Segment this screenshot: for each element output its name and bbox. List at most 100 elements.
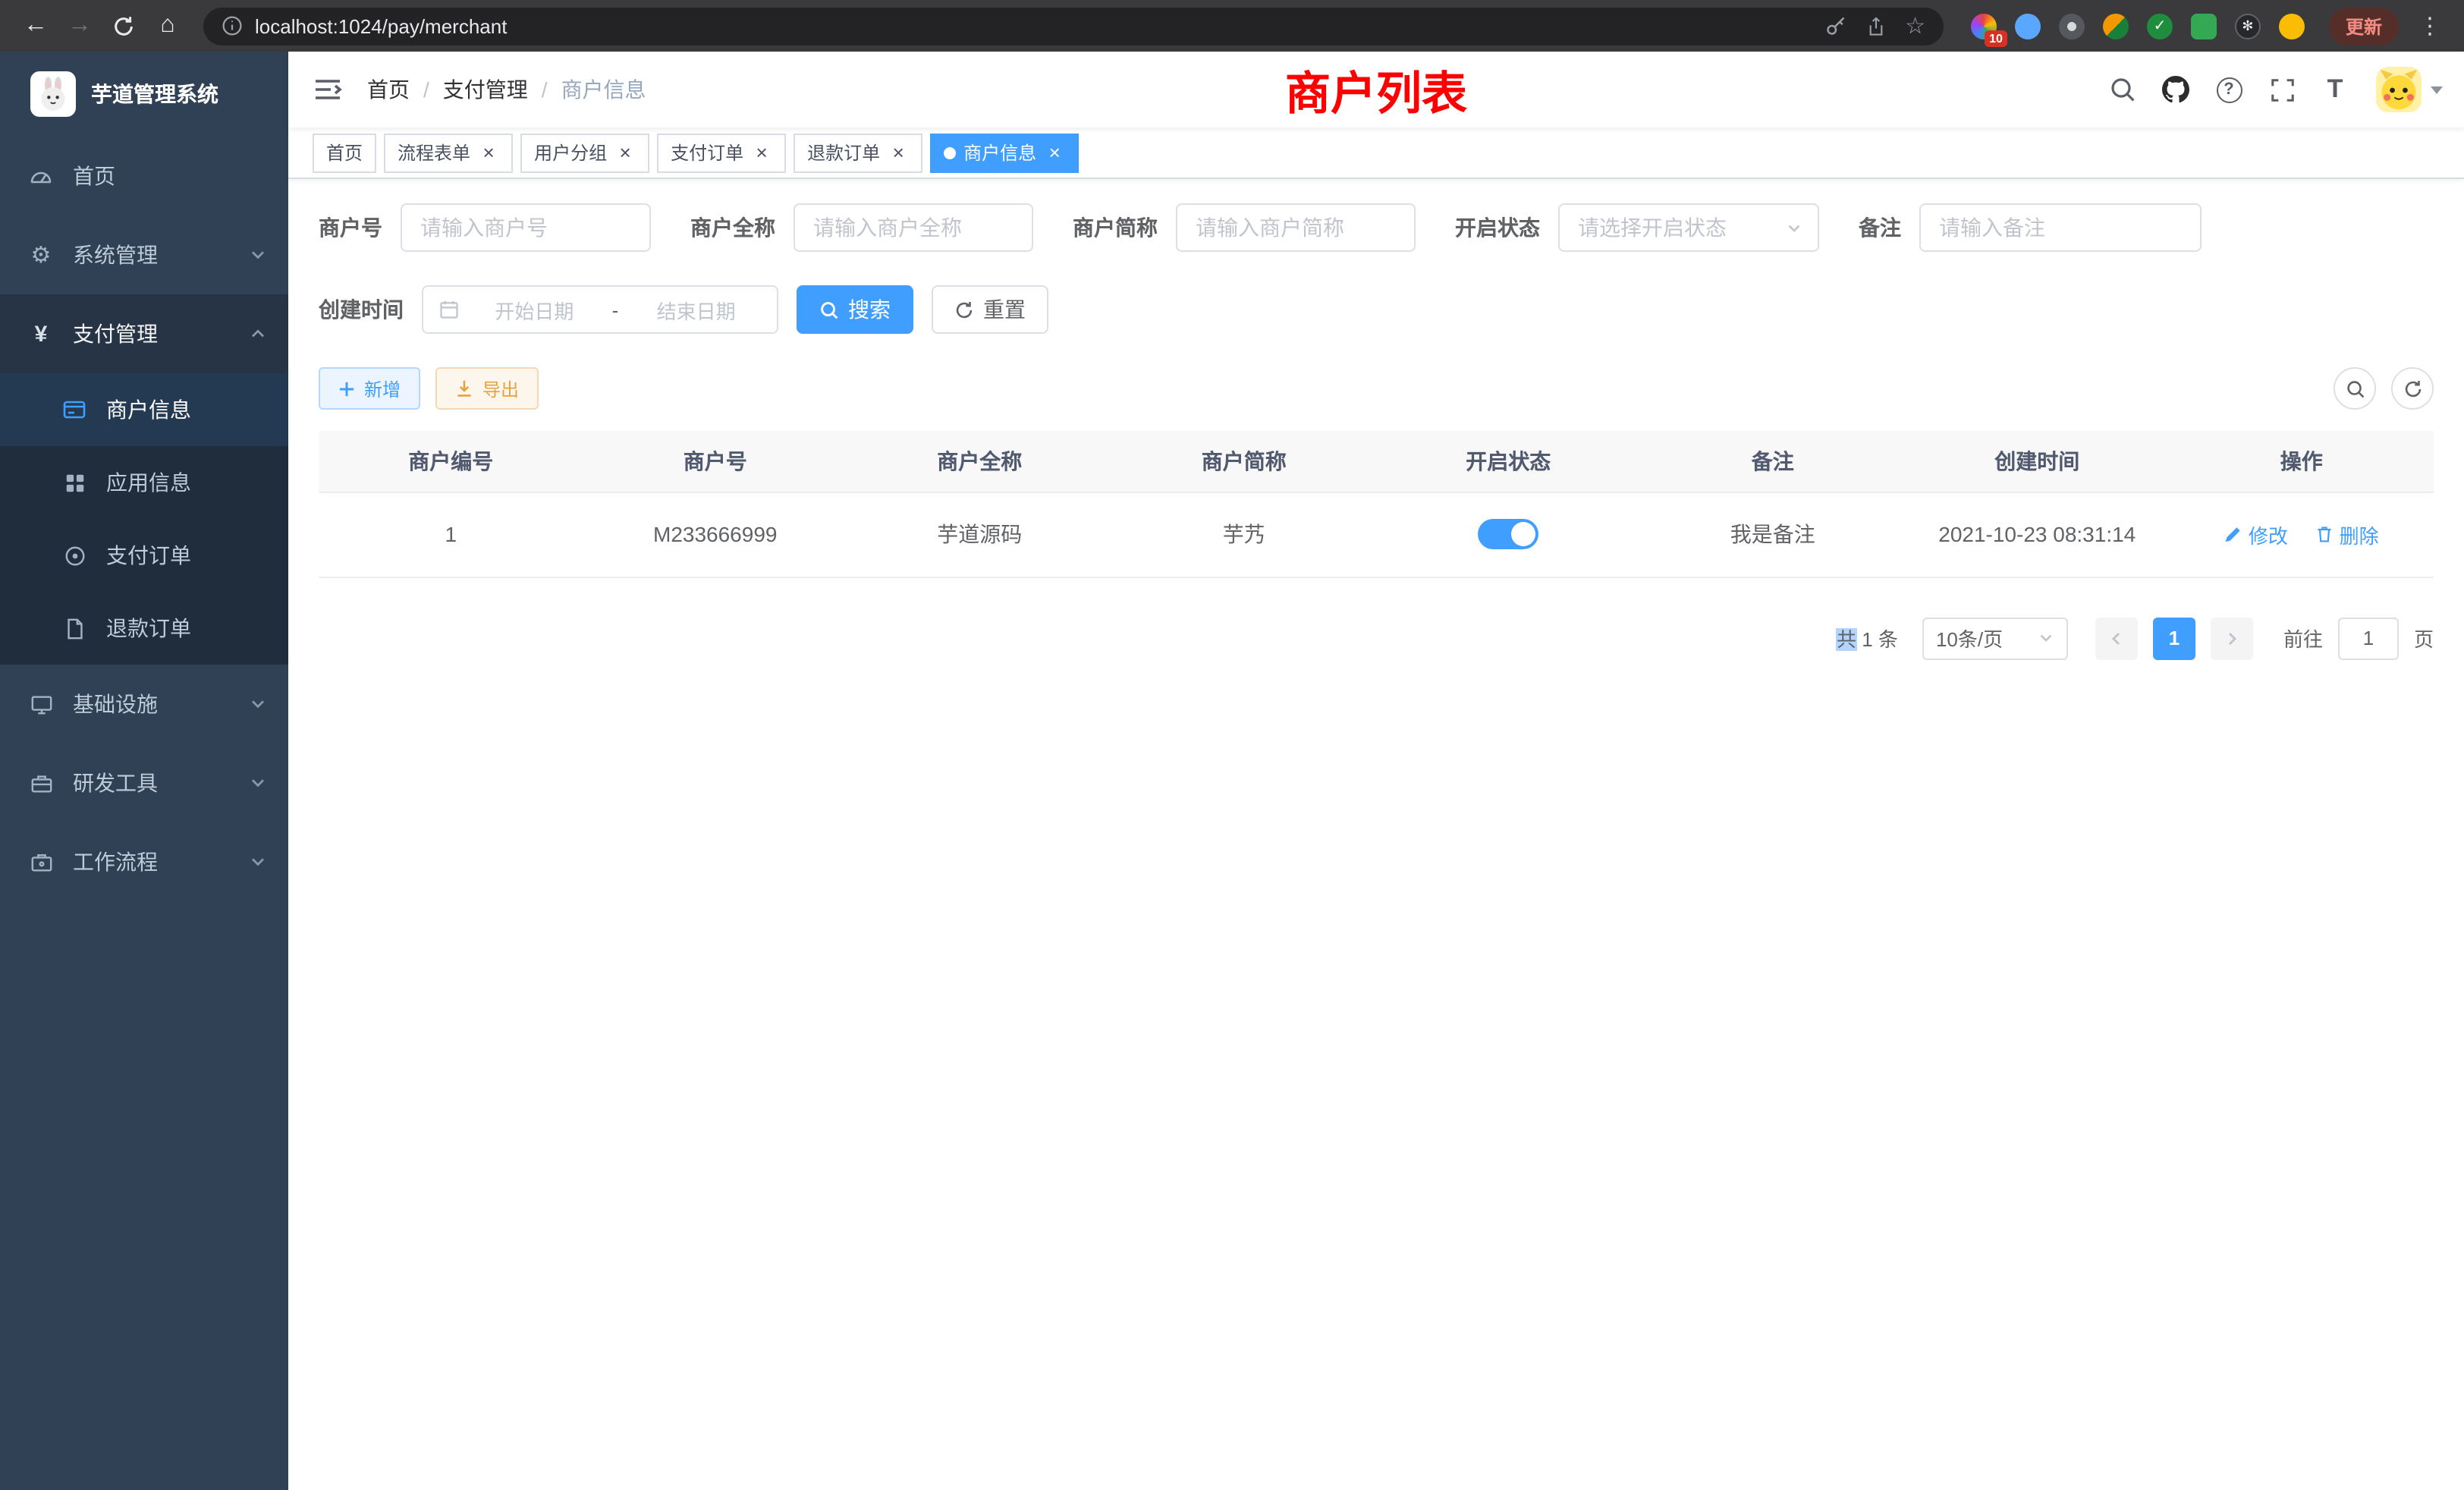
- tags-view: 首页 流程表单 × 用户分组 × 支付订单 × 退款订单 ×: [288, 127, 2464, 179]
- user-menu[interactable]: [2376, 67, 2443, 112]
- github-button[interactable]: [2158, 71, 2194, 108]
- sidebar-item-home[interactable]: 首页: [0, 137, 288, 215]
- col-header-remark: 备注: [1641, 431, 1906, 492]
- refresh-table-button[interactable]: [2391, 367, 2434, 410]
- app-logo[interactable]: 芋道管理系统: [0, 52, 288, 137]
- edit-link[interactable]: 修改: [2224, 520, 2288, 549]
- order-icon: [61, 544, 88, 567]
- close-icon[interactable]: ×: [614, 142, 636, 163]
- search-submit-button[interactable]: 搜索: [797, 285, 913, 334]
- status-select[interactable]: 请选择开启状态: [1558, 203, 1819, 252]
- help-button[interactable]: ?: [2211, 71, 2247, 108]
- sidebar-item-infrastructure[interactable]: 基础设施: [0, 665, 288, 743]
- sidebar-item-system-management[interactable]: ⚙ 系统管理: [0, 215, 288, 294]
- tab-user-group[interactable]: 用户分组 ×: [520, 133, 649, 172]
- status-toggle[interactable]: [1478, 519, 1538, 549]
- sidebar-item-app-info[interactable]: 应用信息: [0, 446, 288, 519]
- close-icon[interactable]: ×: [888, 142, 909, 163]
- extension-icon-7[interactable]: ✻: [2235, 13, 2261, 39]
- extension-icon-6[interactable]: [2191, 13, 2217, 39]
- extension-icon-2[interactable]: [2015, 13, 2041, 39]
- sidebar-toggle-button[interactable]: [288, 74, 367, 105]
- extension-icon-4[interactable]: [2103, 13, 2129, 39]
- goto-label: 前往: [2283, 624, 2323, 652]
- add-button[interactable]: 新增: [319, 367, 420, 410]
- font-size-button[interactable]: T: [2317, 71, 2353, 108]
- extension-icon-1[interactable]: 10: [1971, 13, 1997, 39]
- cell-short-name: 芋艿: [1112, 492, 1377, 577]
- export-button[interactable]: 导出: [435, 367, 539, 410]
- question-icon: ?: [2216, 77, 2242, 102]
- close-icon[interactable]: ×: [478, 142, 499, 163]
- sidebar-item-label: 应用信息: [106, 467, 191, 498]
- page-size-select[interactable]: 10条/页: [1922, 617, 2068, 659]
- close-icon[interactable]: ×: [751, 142, 772, 163]
- sidebar-item-refund-orders[interactable]: 退款订单: [0, 592, 288, 665]
- tab-process-form[interactable]: 流程表单 ×: [384, 133, 513, 172]
- trash-icon: [2315, 525, 2334, 543]
- hide-search-button[interactable]: [2334, 367, 2376, 410]
- goto-page-input[interactable]: [2338, 617, 2399, 659]
- sidebar-item-label: 退款订单: [106, 613, 191, 643]
- date-end-placeholder: 结束日期: [630, 295, 762, 324]
- app-title: 芋道管理系统: [91, 79, 218, 109]
- extension-icon-8[interactable]: [2279, 13, 2305, 39]
- short-name-input[interactable]: [1176, 203, 1416, 252]
- col-header-short-name: 商户简称: [1112, 431, 1377, 492]
- navbar: 首页 / 支付管理 / 商户信息 商户列表 ?: [288, 52, 2464, 127]
- tab-merchant-info[interactable]: 商户信息 ×: [930, 133, 1079, 172]
- breadcrumb: 首页 / 支付管理 / 商户信息: [367, 74, 646, 105]
- cell-create-time: 2021-10-23 08:31:14: [1905, 492, 2170, 577]
- share-icon[interactable]: [1865, 16, 1885, 36]
- remark-input[interactable]: [1919, 203, 2202, 252]
- search-icon: [2109, 76, 2136, 103]
- close-icon[interactable]: ×: [1044, 142, 1065, 163]
- sidebar-item-label: 工作流程: [73, 847, 158, 877]
- next-page-button[interactable]: [2211, 617, 2253, 659]
- browser-home-button[interactable]: ⌂: [147, 5, 188, 46]
- extension-badge: 10: [1985, 30, 2007, 46]
- plus-icon: [338, 380, 355, 397]
- tab-label: 用户分组: [534, 140, 607, 165]
- search-icon: [2345, 379, 2365, 398]
- search-button[interactable]: [2104, 71, 2141, 108]
- date-range-picker[interactable]: 开始日期 - 结束日期: [422, 285, 778, 334]
- browser-menu-button[interactable]: ⋮: [2411, 12, 2449, 39]
- bookmark-star-icon[interactable]: ☆: [1905, 14, 1925, 37]
- breadcrumb-payment[interactable]: 支付管理: [443, 74, 528, 105]
- page-number-button[interactable]: 1: [2153, 617, 2195, 659]
- browser-forward-button[interactable]: →: [59, 5, 100, 46]
- sidebar-item-dev-tools[interactable]: 研发工具: [0, 743, 288, 822]
- extension-icon-5[interactable]: ✓: [2147, 13, 2173, 39]
- sidebar-item-payment-orders[interactable]: 支付订单: [0, 519, 288, 592]
- browser-back-button[interactable]: ←: [15, 5, 56, 46]
- breadcrumb-home[interactable]: 首页: [367, 74, 410, 105]
- fullscreen-button[interactable]: [2264, 71, 2300, 108]
- browser-update-button[interactable]: 更新: [2329, 7, 2399, 45]
- tab-refund-orders[interactable]: 退款订单 ×: [794, 133, 922, 172]
- password-key-icon[interactable]: [1824, 15, 1846, 36]
- delete-link[interactable]: 删除: [2315, 520, 2379, 549]
- prev-page-button[interactable]: [2095, 617, 2138, 659]
- browser-reload-button[interactable]: [103, 5, 144, 46]
- col-header-merchant-no: 商户号: [583, 431, 848, 492]
- site-info-icon[interactable]: [222, 15, 243, 36]
- sidebar-item-workflow[interactable]: 工作流程: [0, 822, 288, 901]
- extension-icon-3[interactable]: [2059, 13, 2085, 39]
- sidebar-item-merchant-info[interactable]: 商户信息: [0, 373, 288, 446]
- full-name-input[interactable]: [794, 203, 1033, 252]
- merchant-no-input[interactable]: [401, 203, 651, 252]
- tab-label: 首页: [326, 140, 363, 165]
- cell-full-name: 芋道源码: [847, 492, 1112, 577]
- address-bar[interactable]: localhost:1024/pay/merchant ☆: [203, 7, 1944, 45]
- col-header-id: 商户编号: [319, 431, 583, 492]
- caret-down-icon: [2431, 86, 2443, 93]
- reset-button[interactable]: 重置: [932, 285, 1048, 334]
- date-start-placeholder: 开始日期: [469, 295, 600, 324]
- filter-row-2: 创建时间 开始日期 - 结束日期 搜索 重置: [319, 285, 2434, 334]
- sidebar-item-payment-management[interactable]: ¥ 支付管理: [0, 294, 288, 373]
- tab-payment-orders[interactable]: 支付订单 ×: [657, 133, 786, 172]
- tab-home[interactable]: 首页: [313, 133, 376, 172]
- chevron-right-icon: [2223, 629, 2241, 647]
- pagination-total: 共 1 条: [1837, 624, 1898, 652]
